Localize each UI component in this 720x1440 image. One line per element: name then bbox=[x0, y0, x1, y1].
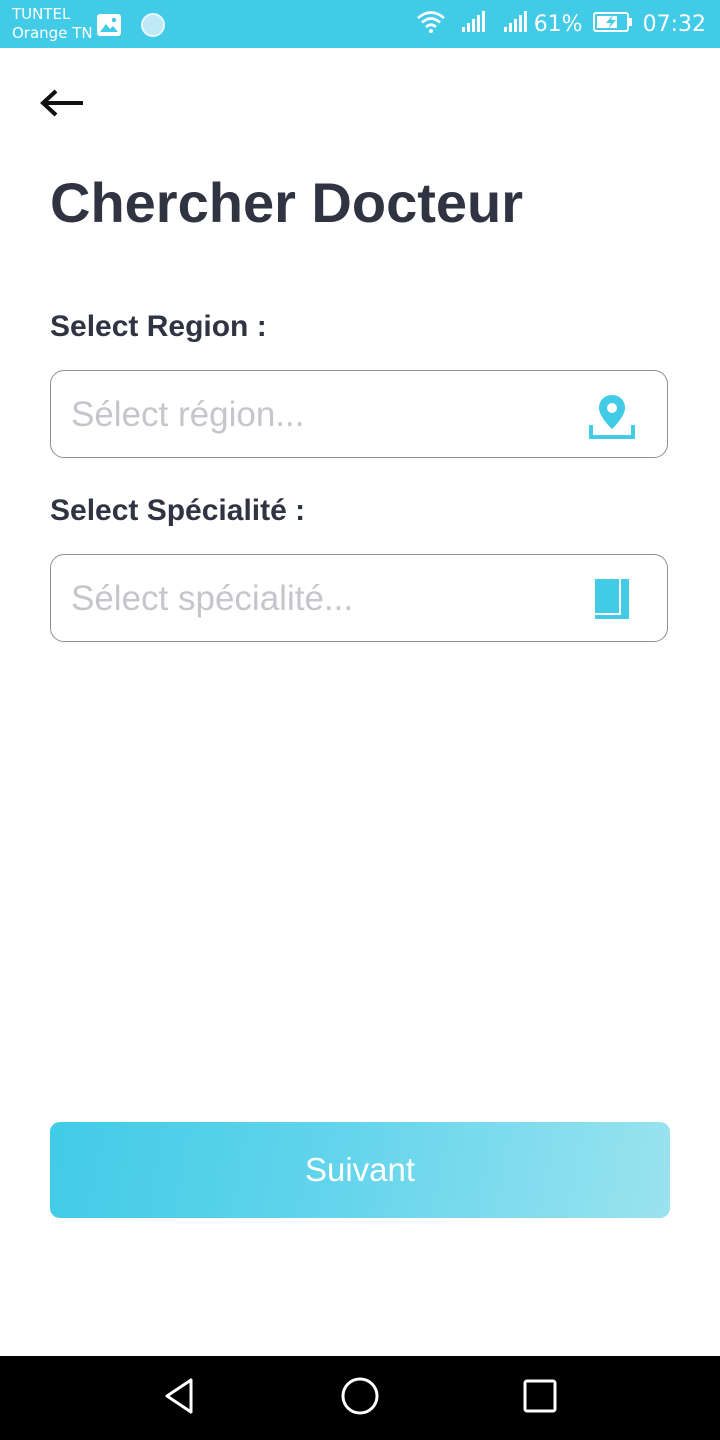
nav-home-button[interactable] bbox=[336, 1374, 384, 1422]
network-operator: Orange TN bbox=[12, 24, 93, 42]
specialite-placeholder: Sélect spécialité... bbox=[71, 579, 354, 618]
recents-square-icon bbox=[520, 1376, 560, 1421]
system-status: 61% 07:32 bbox=[416, 0, 706, 48]
region-select[interactable]: Sélect région... bbox=[50, 370, 668, 458]
arrow-left-icon bbox=[39, 88, 85, 123]
carrier-info: TUNTEL Orange TN bbox=[12, 5, 93, 43]
carrier-name: TUNTEL bbox=[12, 5, 71, 23]
book-icon bbox=[587, 575, 637, 625]
region-label: Select Region : bbox=[50, 310, 267, 343]
wifi-icon bbox=[416, 10, 446, 38]
region-placeholder: Sélect région... bbox=[71, 395, 305, 434]
signal-icon bbox=[460, 10, 486, 38]
image-icon bbox=[96, 13, 122, 42]
home-circle-icon bbox=[340, 1376, 380, 1421]
circle-app-icon bbox=[140, 12, 166, 43]
map-pin-icon bbox=[587, 391, 637, 441]
navigation-bar bbox=[0, 1356, 720, 1440]
battery-charging-icon bbox=[592, 11, 633, 37]
specialite-label: Select Spécialité : bbox=[50, 494, 306, 527]
specialite-select[interactable]: Sélect spécialité... bbox=[50, 554, 668, 642]
back-button[interactable] bbox=[34, 82, 90, 128]
clock: 07:32 bbox=[642, 11, 706, 37]
nav-recents-button[interactable] bbox=[516, 1374, 564, 1422]
status-bar: TUNTEL Orange TN 61% 07:32 bbox=[0, 0, 720, 48]
battery-percent: 61% bbox=[533, 11, 583, 37]
nav-back-button[interactable] bbox=[156, 1374, 204, 1422]
screen: TUNTEL Orange TN 61% 07:32 Chercher Doct… bbox=[0, 0, 720, 1440]
notification-icons bbox=[96, 12, 166, 43]
page-title: Chercher Docteur bbox=[50, 171, 524, 234]
back-triangle-icon bbox=[160, 1376, 200, 1421]
signal-icon bbox=[502, 10, 528, 38]
next-button[interactable]: Suivant bbox=[50, 1122, 670, 1218]
